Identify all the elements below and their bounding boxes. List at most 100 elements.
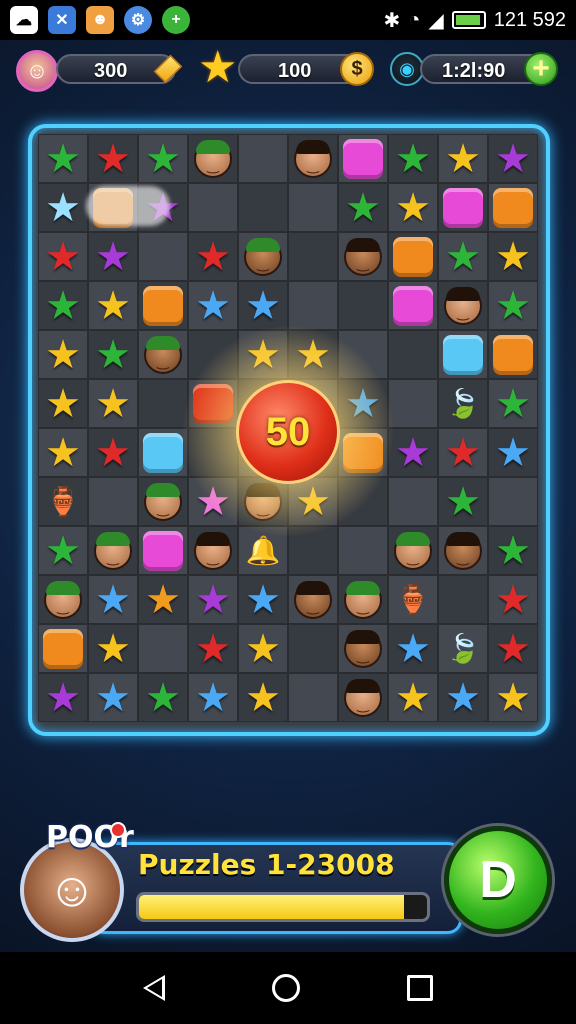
board-cell[interactable]: ★ xyxy=(88,624,138,673)
board-cell[interactable]: ★ xyxy=(38,330,88,379)
back-icon[interactable] xyxy=(143,975,166,1001)
board-cell[interactable] xyxy=(188,183,238,232)
board-cell[interactable] xyxy=(438,526,488,575)
board-cell[interactable]: ★ xyxy=(138,673,188,722)
board-cell[interactable]: ★ xyxy=(188,575,238,624)
board-cell[interactable] xyxy=(138,281,188,330)
board-cell[interactable]: ★ xyxy=(188,281,238,330)
board-cell[interactable]: ★ xyxy=(238,673,288,722)
board-cell[interactable]: ★ xyxy=(238,281,288,330)
board-cell[interactable]: ★ xyxy=(438,673,488,722)
play-button[interactable]: D xyxy=(444,826,552,934)
board-cell[interactable]: ★ xyxy=(438,477,488,526)
board-cell[interactable]: ★ xyxy=(488,379,538,428)
board-cell[interactable] xyxy=(488,477,538,526)
board-cell[interactable]: ★ xyxy=(188,624,238,673)
board-cell[interactable]: ★ xyxy=(88,575,138,624)
board-cell[interactable] xyxy=(338,624,388,673)
board-cell[interactable]: ★ xyxy=(88,379,138,428)
board-cell[interactable]: ★ xyxy=(38,673,88,722)
board-cell[interactable] xyxy=(88,477,138,526)
board-cell[interactable] xyxy=(438,330,488,379)
board-cell[interactable] xyxy=(388,232,438,281)
board-cell[interactable]: ★ xyxy=(488,575,538,624)
board-cell[interactable]: ★ xyxy=(38,134,88,183)
board-cell[interactable]: ★ xyxy=(88,428,138,477)
add-button[interactable]: + xyxy=(524,52,558,86)
board-cell[interactable] xyxy=(338,281,388,330)
board-cell[interactable] xyxy=(488,330,538,379)
board-cell[interactable]: ★ xyxy=(488,673,538,722)
board-cell[interactable]: ★ xyxy=(88,330,138,379)
board-cell[interactable] xyxy=(138,330,188,379)
board-cell[interactable] xyxy=(438,281,488,330)
board-cell[interactable] xyxy=(338,575,388,624)
board-cell[interactable]: ★ xyxy=(38,379,88,428)
board-cell[interactable] xyxy=(238,232,288,281)
board-cell[interactable]: ★ xyxy=(38,183,88,232)
board-cell[interactable]: ★ xyxy=(138,575,188,624)
board-cell[interactable]: ★ xyxy=(188,232,238,281)
board-cell[interactable]: ★ xyxy=(38,428,88,477)
board-cell[interactable]: ★ xyxy=(388,624,438,673)
board-cell[interactable] xyxy=(288,183,338,232)
board-cell[interactable] xyxy=(238,134,288,183)
board-cell[interactable]: ★ xyxy=(438,232,488,281)
board-cell[interactable]: 🍃 xyxy=(438,379,488,428)
board-cell[interactable] xyxy=(238,183,288,232)
board-cell[interactable] xyxy=(288,281,338,330)
board-cell[interactable] xyxy=(338,232,388,281)
board-cell[interactable]: ★ xyxy=(488,232,538,281)
board-cell[interactable]: ★ xyxy=(488,134,538,183)
board-cell[interactable]: ★ xyxy=(388,134,438,183)
board-cell[interactable] xyxy=(488,183,538,232)
board-cell[interactable] xyxy=(388,330,438,379)
board-cell[interactable]: 🍃 xyxy=(438,624,488,673)
board-cell[interactable]: ★ xyxy=(488,526,538,575)
board-cell[interactable]: ★ xyxy=(88,281,138,330)
board-cell[interactable]: ★ xyxy=(38,526,88,575)
board-cell[interactable] xyxy=(388,477,438,526)
board-cell[interactable] xyxy=(338,134,388,183)
board-cell[interactable]: ★ xyxy=(138,134,188,183)
board-cell[interactable] xyxy=(288,575,338,624)
board-cell[interactable] xyxy=(188,134,238,183)
board-cell[interactable]: ★ xyxy=(238,575,288,624)
board-cell[interactable] xyxy=(138,624,188,673)
player-avatar[interactable]: ☺ xyxy=(16,50,58,92)
board-cell[interactable]: ★ xyxy=(488,624,538,673)
board-cell[interactable]: ★ xyxy=(388,183,438,232)
board-cell[interactable] xyxy=(88,526,138,575)
board-cell[interactable] xyxy=(38,624,88,673)
board-cell[interactable] xyxy=(138,526,188,575)
recent-apps-icon[interactable] xyxy=(406,975,433,1001)
board-cell[interactable] xyxy=(338,526,388,575)
board-cell[interactable]: 🏺 xyxy=(388,575,438,624)
board-cell[interactable]: ★ xyxy=(88,232,138,281)
board-cell[interactable] xyxy=(288,134,338,183)
board-cell[interactable]: ★ xyxy=(438,134,488,183)
board-cell[interactable]: ★ xyxy=(488,281,538,330)
home-icon[interactable] xyxy=(271,974,300,1002)
board-cell[interactable]: ★ xyxy=(488,428,538,477)
board-cell[interactable]: ★ xyxy=(88,134,138,183)
board-cell[interactable]: ★ xyxy=(438,428,488,477)
board-cell[interactable]: ★ xyxy=(338,183,388,232)
board-cell[interactable]: ★ xyxy=(188,673,238,722)
board-cell[interactable] xyxy=(138,232,188,281)
board-cell[interactable] xyxy=(288,673,338,722)
board-cell[interactable] xyxy=(38,575,88,624)
board-cell[interactable] xyxy=(288,624,338,673)
board-cell[interactable] xyxy=(438,575,488,624)
board-cell[interactable] xyxy=(388,526,438,575)
board-cell[interactable] xyxy=(338,673,388,722)
board-cell[interactable] xyxy=(288,232,338,281)
board-cell[interactable]: ★ xyxy=(38,281,88,330)
board-cell[interactable] xyxy=(388,281,438,330)
board-cell[interactable]: ★ xyxy=(88,673,138,722)
board-cell[interactable] xyxy=(138,477,188,526)
board-cell[interactable]: ★ xyxy=(388,673,438,722)
board-cell[interactable] xyxy=(438,183,488,232)
board-cell[interactable]: ★ xyxy=(238,624,288,673)
board-cell[interactable]: ★ xyxy=(38,232,88,281)
